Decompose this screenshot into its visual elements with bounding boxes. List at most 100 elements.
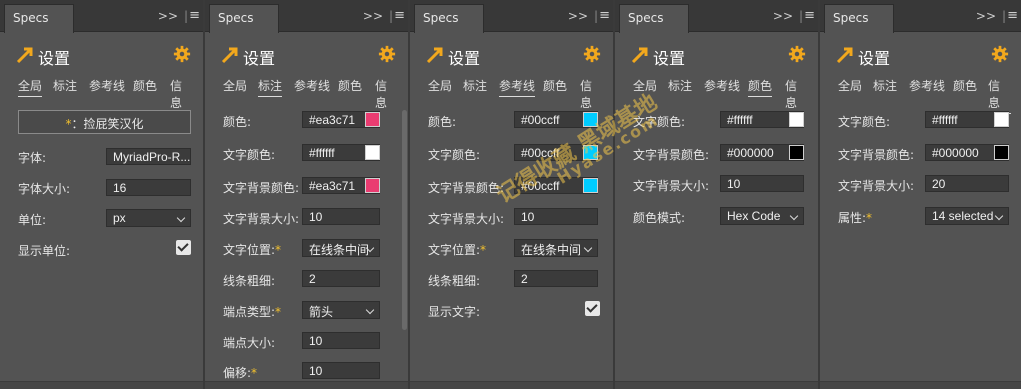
tab-annotation[interactable]: 标注 (668, 77, 692, 96)
text-bg-color-swatch[interactable] (994, 145, 1009, 160)
tab-annotation[interactable]: 标注 (53, 77, 77, 96)
tab-guides[interactable]: 参考线 (499, 77, 536, 97)
panel-topbar: Specs >> | ≡ (410, 0, 613, 33)
color-label: 颜色: (223, 115, 252, 129)
offset-field[interactable]: 10 (302, 362, 380, 379)
menu-icon[interactable]: ≡ (189, 8, 200, 23)
panel-topbar: Specs >> | ≡ (820, 0, 1021, 33)
text-bg-size-label: 文字背景大小: (838, 179, 915, 193)
expand-icon[interactable]: >> (363, 9, 383, 23)
panel-tab[interactable]: Specs (209, 4, 279, 33)
show-text-checkbox[interactable] (585, 301, 600, 316)
page-title: 设置 (653, 49, 686, 68)
tab-guides[interactable]: 参考线 (909, 77, 945, 96)
menu-icon[interactable]: ≡ (1007, 8, 1018, 23)
expand-icon[interactable]: >> (773, 9, 793, 23)
tab-colors[interactable]: 颜色 (953, 77, 977, 96)
tab-info[interactable]: 信息 (375, 77, 398, 113)
text-bg-color-swatch[interactable] (365, 178, 380, 193)
text-bg-size-field[interactable]: 10 (302, 208, 380, 225)
text-position-select[interactable]: 在线条中间 (514, 239, 598, 257)
tab-guides[interactable]: 参考线 (89, 77, 125, 96)
text-color-swatch[interactable] (365, 145, 380, 160)
tab-annotation[interactable]: 标注 (873, 77, 897, 96)
panel-tab[interactable]: Specs (619, 4, 689, 33)
tab-global[interactable]: 全局 (18, 77, 43, 97)
specs-panel-colors: Specs >> | ≡ 设置 全局 标注 参考线 颜色 信息 文字颜色: #f… (615, 0, 818, 389)
text-bg-size-label: 文字背景大小: (428, 212, 505, 226)
tab-annotation[interactable]: 标注 (258, 77, 283, 97)
endpoint-size-field[interactable]: 10 (302, 332, 380, 349)
text-bg-size-field[interactable]: 10 (720, 175, 804, 192)
menu-icon[interactable]: ≡ (394, 8, 405, 23)
font-field[interactable]: MyriadPro-R... (106, 148, 191, 165)
attributes-select[interactable]: 14 selected (925, 207, 1009, 225)
page-title: 设置 (38, 49, 71, 68)
tab-colors[interactable]: 颜色 (543, 77, 567, 96)
font-size-field[interactable]: 16 (106, 179, 191, 196)
tab-info[interactable]: 信息 (580, 77, 603, 113)
tab-global[interactable]: 全局 (223, 77, 247, 96)
text-bg-color-swatch[interactable] (789, 145, 804, 160)
tab-colors[interactable]: 颜色 (338, 77, 362, 96)
gear-icon[interactable] (378, 45, 396, 63)
offset-label: 偏移:* (223, 366, 258, 380)
specs-panel-global: Specs >> | ≡ 设置 全局 标注 参考线 颜色 信息 *：捡屁笑汉化 … (0, 0, 203, 389)
text-bg-color-label: 文字背景颜色: (223, 181, 300, 195)
tab-global[interactable]: 全局 (428, 77, 452, 96)
settings-header: 设置 (16, 45, 191, 68)
show-unit-checkbox[interactable] (176, 240, 191, 255)
tab-info[interactable]: 信息 (785, 77, 808, 113)
tab-global[interactable]: 全局 (633, 77, 657, 96)
color-mode-label: 颜色模式: (633, 211, 686, 225)
gear-icon[interactable] (173, 45, 191, 63)
panel-topbar: Specs >> | ≡ (0, 0, 203, 33)
text-color-label: 文字颜色: (633, 115, 686, 129)
panel-tab[interactable]: Specs (4, 4, 74, 33)
line-width-label: 线条粗细: (223, 274, 276, 288)
panel-bottom-bar (205, 381, 408, 389)
gear-icon[interactable] (991, 45, 1009, 63)
gear-icon[interactable] (788, 45, 806, 63)
text-color-swatch[interactable] (583, 145, 598, 160)
tab-global[interactable]: 全局 (838, 77, 862, 96)
panel-tab[interactable]: Specs (824, 4, 894, 33)
tab-colors[interactable]: 颜色 (133, 77, 157, 96)
resize-arrow-icon (16, 47, 33, 64)
show-text-label: 显示文字: (428, 305, 481, 319)
text-bg-color-label: 文字背景颜色: (428, 181, 505, 195)
text-color-swatch[interactable] (994, 112, 1009, 127)
line-width-field[interactable]: 2 (302, 270, 380, 287)
endpoint-type-label: 端点类型:* (223, 305, 282, 319)
endpoint-type-select[interactable]: 箭头 (302, 301, 380, 319)
color-swatch[interactable] (583, 112, 598, 127)
text-position-select[interactable]: 在线条中间 (302, 239, 380, 257)
text-bg-size-field[interactable]: 20 (925, 175, 1009, 192)
text-bg-size-field[interactable]: 10 (514, 208, 598, 225)
tab-info[interactable]: 信息 (170, 77, 193, 113)
tab-info[interactable]: 信息 (988, 77, 1011, 114)
tab-guides[interactable]: 参考线 (294, 77, 330, 96)
color-swatch[interactable] (365, 112, 380, 127)
panel-tab[interactable]: Specs (414, 4, 484, 33)
font-label: 字体: (18, 151, 47, 165)
line-width-field[interactable]: 2 (514, 270, 598, 287)
credit-button[interactable]: *：捡屁笑汉化 (18, 110, 191, 134)
toolbar-separator: | (593, 9, 598, 23)
gear-icon[interactable] (583, 45, 601, 63)
text-bg-color-swatch[interactable] (583, 178, 598, 193)
menu-icon[interactable]: ≡ (804, 8, 815, 23)
page-title: 设置 (858, 49, 891, 68)
credit-label: ：捡屁笑汉化 (71, 117, 144, 131)
scrollbar[interactable] (402, 110, 407, 330)
color-mode-select[interactable]: Hex Code (720, 207, 804, 225)
expand-icon[interactable]: >> (158, 9, 178, 23)
expand-icon[interactable]: >> (568, 9, 588, 23)
tab-annotation[interactable]: 标注 (463, 77, 487, 96)
text-color-swatch[interactable] (789, 112, 804, 127)
tab-colors[interactable]: 颜色 (748, 77, 773, 97)
unit-select[interactable]: px (106, 209, 191, 227)
tab-guides[interactable]: 参考线 (704, 77, 740, 96)
expand-icon[interactable]: >> (976, 9, 996, 23)
menu-icon[interactable]: ≡ (599, 8, 610, 23)
